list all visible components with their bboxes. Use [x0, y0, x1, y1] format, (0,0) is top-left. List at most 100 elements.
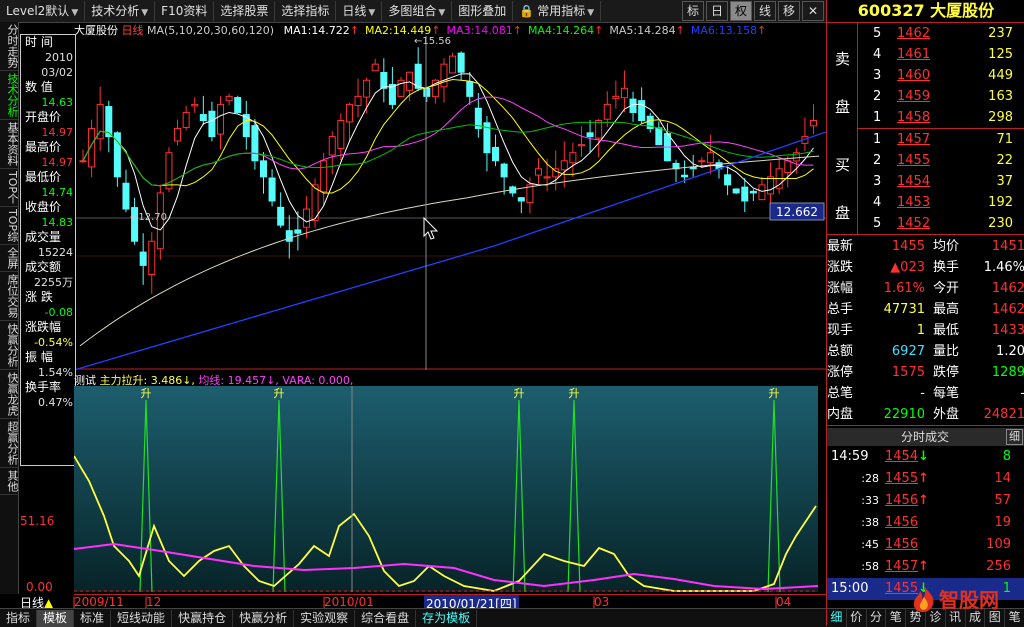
left-tab-5[interactable]: 全屏: [0, 245, 19, 273]
candle: [569, 152, 577, 164]
signal-marker-4: 升: [769, 387, 780, 400]
right-tab-1[interactable]: 价: [847, 609, 867, 627]
data-value-11: 1.54%: [38, 366, 73, 379]
bottom-tab-2[interactable]: 标准: [74, 609, 112, 627]
quote-row-4: 现手 1 最低 1433: [827, 323, 1024, 338]
candle: [251, 125, 259, 162]
bottom-tab-7[interactable]: 综合看盘: [355, 609, 417, 627]
candle: [234, 97, 242, 113]
bottom-tab-3[interactable]: 短线动能: [111, 609, 173, 627]
data-value-0: 2010: [45, 51, 73, 64]
arrow-up-icon: ↑: [918, 493, 929, 508]
toolbar-item-6[interactable]: 多图组合 ▼: [382, 1, 453, 21]
left-tab-2[interactable]: 基本资料: [0, 120, 19, 169]
candlestick-chart[interactable]: ←15.56 ←12.70 12.662: [74, 36, 826, 370]
candle: [449, 55, 457, 74]
bottom-tab-1[interactable]: 模板: [37, 609, 75, 627]
candle: [388, 83, 396, 105]
toolbar-item-0[interactable]: Level2默认 ▼: [0, 1, 86, 21]
toolbar-toggle-3[interactable]: 线: [754, 1, 776, 21]
left-tab-8[interactable]: 快赢龙虎: [0, 370, 19, 420]
candle: [440, 63, 448, 88]
order-book: 5 1462 237 4 1461 125 3 1460 449 2 1459 163 1 1458 298…: [827, 23, 1024, 235]
left-tab-9[interactable]: 超赢分析: [0, 419, 19, 469]
toolbar-toggle-0[interactable]: 标: [682, 1, 704, 21]
data-value-1: 03/02: [41, 66, 73, 79]
indicator-legend: 测试 主力拉升: 3.486↓, 均线: 19.457↓, VARA: 0.00…: [74, 374, 354, 386]
toolbar-item-4[interactable]: 选择指标: [275, 1, 337, 21]
candle: [320, 160, 328, 193]
candle: [577, 144, 585, 147]
right-tab-2[interactable]: 分: [867, 609, 887, 627]
bottom-tab-bar: 指标 模板 标准 短线动能 快赢持仓 快赢分析 实验观察 综合看盘 存为模板: [0, 608, 826, 627]
data-label-5: 最低价: [25, 170, 62, 184]
left-tab-6[interactable]: 席位交易: [0, 272, 19, 322]
candle: [749, 190, 757, 194]
data-value-9: -0.08: [44, 306, 73, 319]
signal-marker-1: 升: [274, 387, 285, 400]
toolbar-item-label: 常用指标: [537, 4, 586, 18]
bottom-tab-5[interactable]: 快赢分析: [233, 609, 295, 627]
candle: [354, 95, 362, 106]
bottom-tab-8[interactable]: 存为模板: [416, 609, 478, 627]
left-tab-3[interactable]: TOP个: [0, 169, 19, 208]
svg-text:12.662: 12.662: [776, 205, 818, 219]
candle: [698, 160, 706, 163]
left-tab-0[interactable]: 分时走势: [0, 22, 19, 71]
left-vertical-tabs: 分时走势 技术分析 基本资料 TOP个 TOP综 全屏 席位交易 快赢分析 快赢龙虎 超赢分析 其他: [0, 22, 19, 594]
toolbar-item-1[interactable]: 技术分析 ▼: [85, 1, 156, 21]
quote-row-5: 总额 6927 量比 1.20: [827, 344, 1024, 359]
tick-row-5: :58 1457↑ 256: [861, 559, 1011, 574]
bottom-tab-4[interactable]: 快赢持仓: [172, 609, 234, 627]
right-tab-9[interactable]: 笔: [1005, 609, 1024, 627]
signal-marker-0: 升: [141, 387, 152, 400]
candle: [543, 176, 551, 179]
data-value-4: 14.97: [41, 156, 74, 169]
toolbar-item-3[interactable]: 选择股票: [214, 1, 276, 21]
candle: [732, 188, 740, 194]
tick-row-1: :28 1455↑ 14: [861, 471, 1011, 486]
right-tab-0[interactable]: 细: [827, 609, 847, 627]
toolbar-toggle-1[interactable]: 日: [706, 1, 728, 21]
data-value-3: 14.97: [41, 126, 74, 139]
candle: [638, 100, 646, 122]
data-label-7: 成交量: [25, 230, 62, 244]
ticks-detail-button[interactable]: 细: [1006, 429, 1023, 445]
chart-period: 日线: [121, 24, 144, 36]
left-tab-10[interactable]: 其他: [0, 468, 19, 496]
watermark-logo: 智股网: [911, 584, 999, 613]
candle: [199, 114, 207, 122]
crosshair-value-box: 12.662: [769, 202, 825, 221]
toolbar-item-8[interactable]: 🔒 常用指标 ▼: [513, 1, 602, 21]
signal-marker-2: 升: [514, 387, 525, 400]
indicator-chart[interactable]: 升升升升升: [74, 386, 818, 592]
toolbar-item-5[interactable]: 日线 ▼: [336, 1, 383, 21]
ma-item-2: MA2:14.449↑: [365, 24, 441, 36]
candle: [457, 52, 465, 73]
left-tab-7[interactable]: 快赢分析: [0, 321, 19, 371]
data-label-12: 换手率: [25, 380, 62, 394]
toolbar-toggle-4[interactable]: 移: [778, 1, 800, 21]
candle: [380, 72, 388, 89]
ticks-list: 14:59 1454↓ 8:28 1455↑ 14:33 1456↑ 57:38 1456 19…: [827, 446, 1024, 600]
bottom-tab-6[interactable]: 实验观察: [294, 609, 356, 627]
left-tab-1[interactable]: 技术分析: [0, 71, 19, 120]
date-label-4: 04: [776, 595, 792, 609]
indicator-line1: 主力拉升: 3.486: [99, 374, 183, 386]
date-label-0: 2009/11: [74, 595, 124, 609]
toolbar-item-2[interactable]: F10资料: [155, 1, 215, 21]
close-icon[interactable]: ✕: [802, 1, 824, 21]
toolbar-item-7[interactable]: 图形叠加: [452, 1, 514, 21]
quote-row-0: 最新 1455 均价 1451: [827, 239, 1024, 254]
candle: [500, 163, 508, 178]
toolbar-toggle-2[interactable]: 权: [730, 1, 752, 21]
ma-line-2: [82, 78, 814, 194]
left-tab-4[interactable]: TOP综: [0, 207, 19, 246]
right-tab-3[interactable]: 笔: [886, 609, 907, 627]
candle: [586, 132, 594, 138]
candle: [139, 251, 147, 266]
indicator-scale-bottom: 0.00: [26, 580, 53, 594]
data-label-10: 涨跌幅: [25, 320, 62, 334]
arrow-up-icon: ↑: [918, 471, 929, 486]
bottom-tab-0[interactable]: 指标: [0, 609, 38, 627]
